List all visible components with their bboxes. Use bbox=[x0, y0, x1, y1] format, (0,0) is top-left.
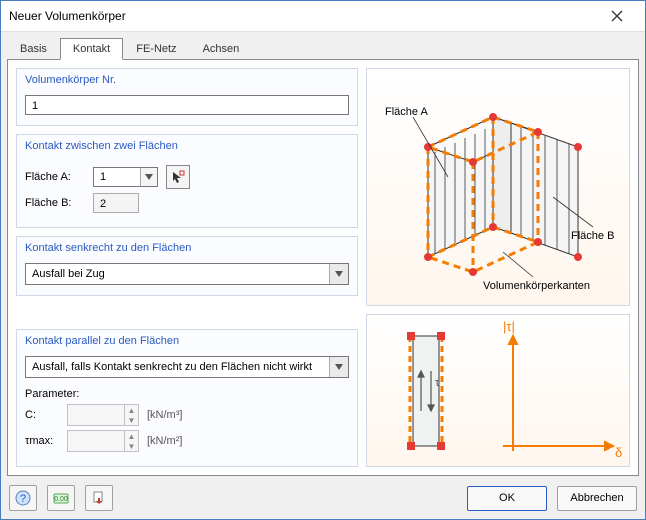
volumenkoerper-nr-input[interactable]: 1 bbox=[25, 95, 349, 115]
preview-axis-tau: |τ| bbox=[503, 319, 515, 334]
ok-button[interactable]: OK bbox=[467, 486, 547, 511]
group-header: Kontakt parallel zu den Flächen bbox=[17, 330, 357, 352]
left-column: Volumenkörper Nr. 1 Kontakt zwischen zwe… bbox=[16, 68, 358, 467]
select-value: Ausfall, falls Kontakt senkrecht zu den … bbox=[26, 361, 329, 373]
svg-text:?: ? bbox=[20, 493, 26, 505]
preview-axis-delta: δ bbox=[615, 445, 622, 460]
param-c-input: ▲▼ bbox=[67, 404, 139, 426]
pick-face-button[interactable] bbox=[166, 165, 190, 189]
right-column: Fläche A Fläche B Volumenkörperkanten bbox=[366, 68, 630, 467]
svg-text:0.00: 0.00 bbox=[54, 496, 68, 503]
titlebar: Neuer Volumenkörper bbox=[1, 1, 645, 32]
param-tmax-label: τmax: bbox=[25, 435, 59, 447]
help-button[interactable]: ? bbox=[9, 485, 37, 511]
window-title: Neuer Volumenkörper bbox=[9, 9, 597, 23]
flaeche-a-value: 1 bbox=[94, 171, 140, 183]
group-header: Volumenkörper Nr. bbox=[17, 69, 357, 91]
param-tmax-unit: [kN/m²] bbox=[147, 435, 182, 447]
chevron-down-icon bbox=[329, 357, 348, 377]
dialog-window: Neuer Volumenkörper Basis Kontakt FE-Net… bbox=[0, 0, 646, 520]
preview-parallel-graph: τ |τ| δ bbox=[366, 314, 630, 467]
tab-fenetz[interactable]: FE-Netz bbox=[123, 38, 189, 60]
preview-contact-solid: Fläche A Fläche B Volumenkörperkanten bbox=[366, 68, 630, 306]
parameter-header: Parameter: bbox=[25, 388, 349, 400]
group-kontakt-parallel: Kontakt parallel zu den Flächen Ausfall,… bbox=[16, 329, 358, 467]
export-button[interactable] bbox=[85, 485, 113, 511]
chevron-down-icon bbox=[140, 168, 157, 186]
flaeche-a-label: Fläche A: bbox=[25, 171, 85, 183]
tab-achsen[interactable]: Achsen bbox=[190, 38, 253, 60]
flaeche-a-dropdown[interactable]: 1 bbox=[93, 167, 158, 187]
group-header: Kontakt zwischen zwei Flächen bbox=[17, 135, 357, 157]
param-c-unit: [kN/m³] bbox=[147, 409, 182, 421]
preview-label-flaeche-a: Fläche A bbox=[385, 106, 428, 118]
tabstrip: Basis Kontakt FE-Netz Achsen bbox=[1, 32, 645, 60]
units-button[interactable]: 0.00 bbox=[47, 485, 75, 511]
param-c-label: C: bbox=[25, 409, 59, 421]
group-volumenkoerper-nr: Volumenkörper Nr. 1 bbox=[16, 68, 358, 126]
tab-kontakt[interactable]: Kontakt bbox=[60, 38, 123, 60]
tab-basis[interactable]: Basis bbox=[7, 38, 60, 60]
svg-text:τ: τ bbox=[435, 377, 440, 389]
cancel-button[interactable]: Abbrechen bbox=[557, 486, 637, 511]
param-tmax-input: ▲▼ bbox=[67, 430, 139, 452]
preview-label-edges: Volumenkörperkanten bbox=[483, 280, 590, 292]
tabpanel-kontakt: Volumenkörper Nr. 1 Kontakt zwischen zwe… bbox=[7, 59, 639, 476]
group-kontakt-zwischen-flaechen: Kontakt zwischen zwei Flächen Fläche A: … bbox=[16, 134, 358, 228]
select-value: Ausfall bei Zug bbox=[26, 268, 329, 280]
dialog-footer: ? 0.00 OK Abbrechen bbox=[1, 477, 645, 519]
group-kontakt-senkrecht: Kontakt senkrecht zu den Flächen Ausfall… bbox=[16, 236, 358, 296]
kontakt-parallel-select[interactable]: Ausfall, falls Kontakt senkrecht zu den … bbox=[25, 356, 349, 378]
chevron-down-icon bbox=[329, 264, 348, 284]
flaeche-b-value: 2 bbox=[93, 193, 139, 213]
close-icon[interactable] bbox=[597, 4, 637, 28]
flaeche-b-label: Fläche B: bbox=[25, 197, 85, 209]
group-header: Kontakt senkrecht zu den Flächen bbox=[17, 237, 357, 259]
preview-label-flaeche-b: Fläche B bbox=[571, 230, 614, 242]
kontakt-senkrecht-select[interactable]: Ausfall bei Zug bbox=[25, 263, 349, 285]
